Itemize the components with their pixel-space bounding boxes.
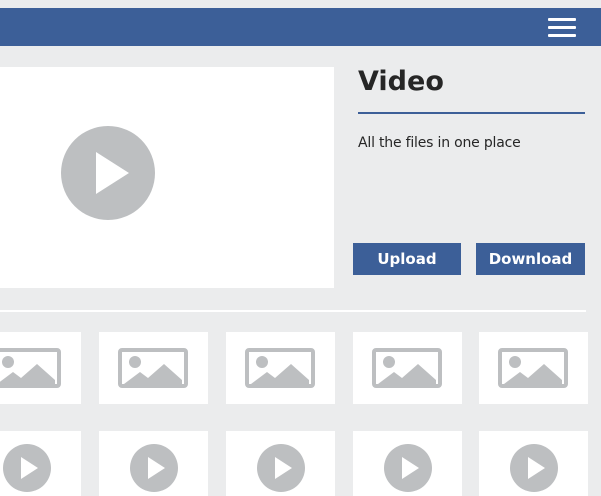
image-placeholder-icon bbox=[498, 348, 568, 388]
upload-button[interactable]: Upload bbox=[353, 243, 461, 275]
gallery-video-tile[interactable] bbox=[479, 431, 588, 496]
page-title: Video bbox=[358, 66, 444, 97]
title-underline bbox=[358, 112, 585, 114]
play-icon bbox=[130, 444, 178, 492]
gallery-image-tile[interactable] bbox=[99, 332, 208, 404]
play-icon bbox=[257, 444, 305, 492]
download-button[interactable]: Download bbox=[476, 243, 585, 275]
gallery-image-tile[interactable] bbox=[0, 332, 81, 404]
gallery-image-tile[interactable] bbox=[479, 332, 588, 404]
gallery-video-tile[interactable] bbox=[226, 431, 335, 496]
image-placeholder-icon bbox=[0, 348, 61, 388]
gallery-video-tile[interactable] bbox=[99, 431, 208, 496]
image-placeholder-icon bbox=[372, 348, 442, 388]
image-placeholder-icon bbox=[245, 348, 315, 388]
play-icon[interactable] bbox=[61, 126, 155, 220]
play-icon bbox=[384, 444, 432, 492]
video-player[interactable] bbox=[0, 67, 334, 288]
play-icon bbox=[3, 444, 51, 492]
play-icon bbox=[510, 444, 558, 492]
gallery-video-tile[interactable] bbox=[0, 431, 81, 496]
hamburger-menu-icon[interactable] bbox=[548, 18, 576, 37]
section-divider bbox=[0, 310, 586, 312]
gallery-image-tile[interactable] bbox=[353, 332, 462, 404]
top-navigation-bar bbox=[0, 8, 601, 46]
page-description: All the files in one place bbox=[358, 135, 521, 151]
image-placeholder-icon bbox=[118, 348, 188, 388]
gallery-video-tile[interactable] bbox=[353, 431, 462, 496]
gallery-image-tile[interactable] bbox=[226, 332, 335, 404]
